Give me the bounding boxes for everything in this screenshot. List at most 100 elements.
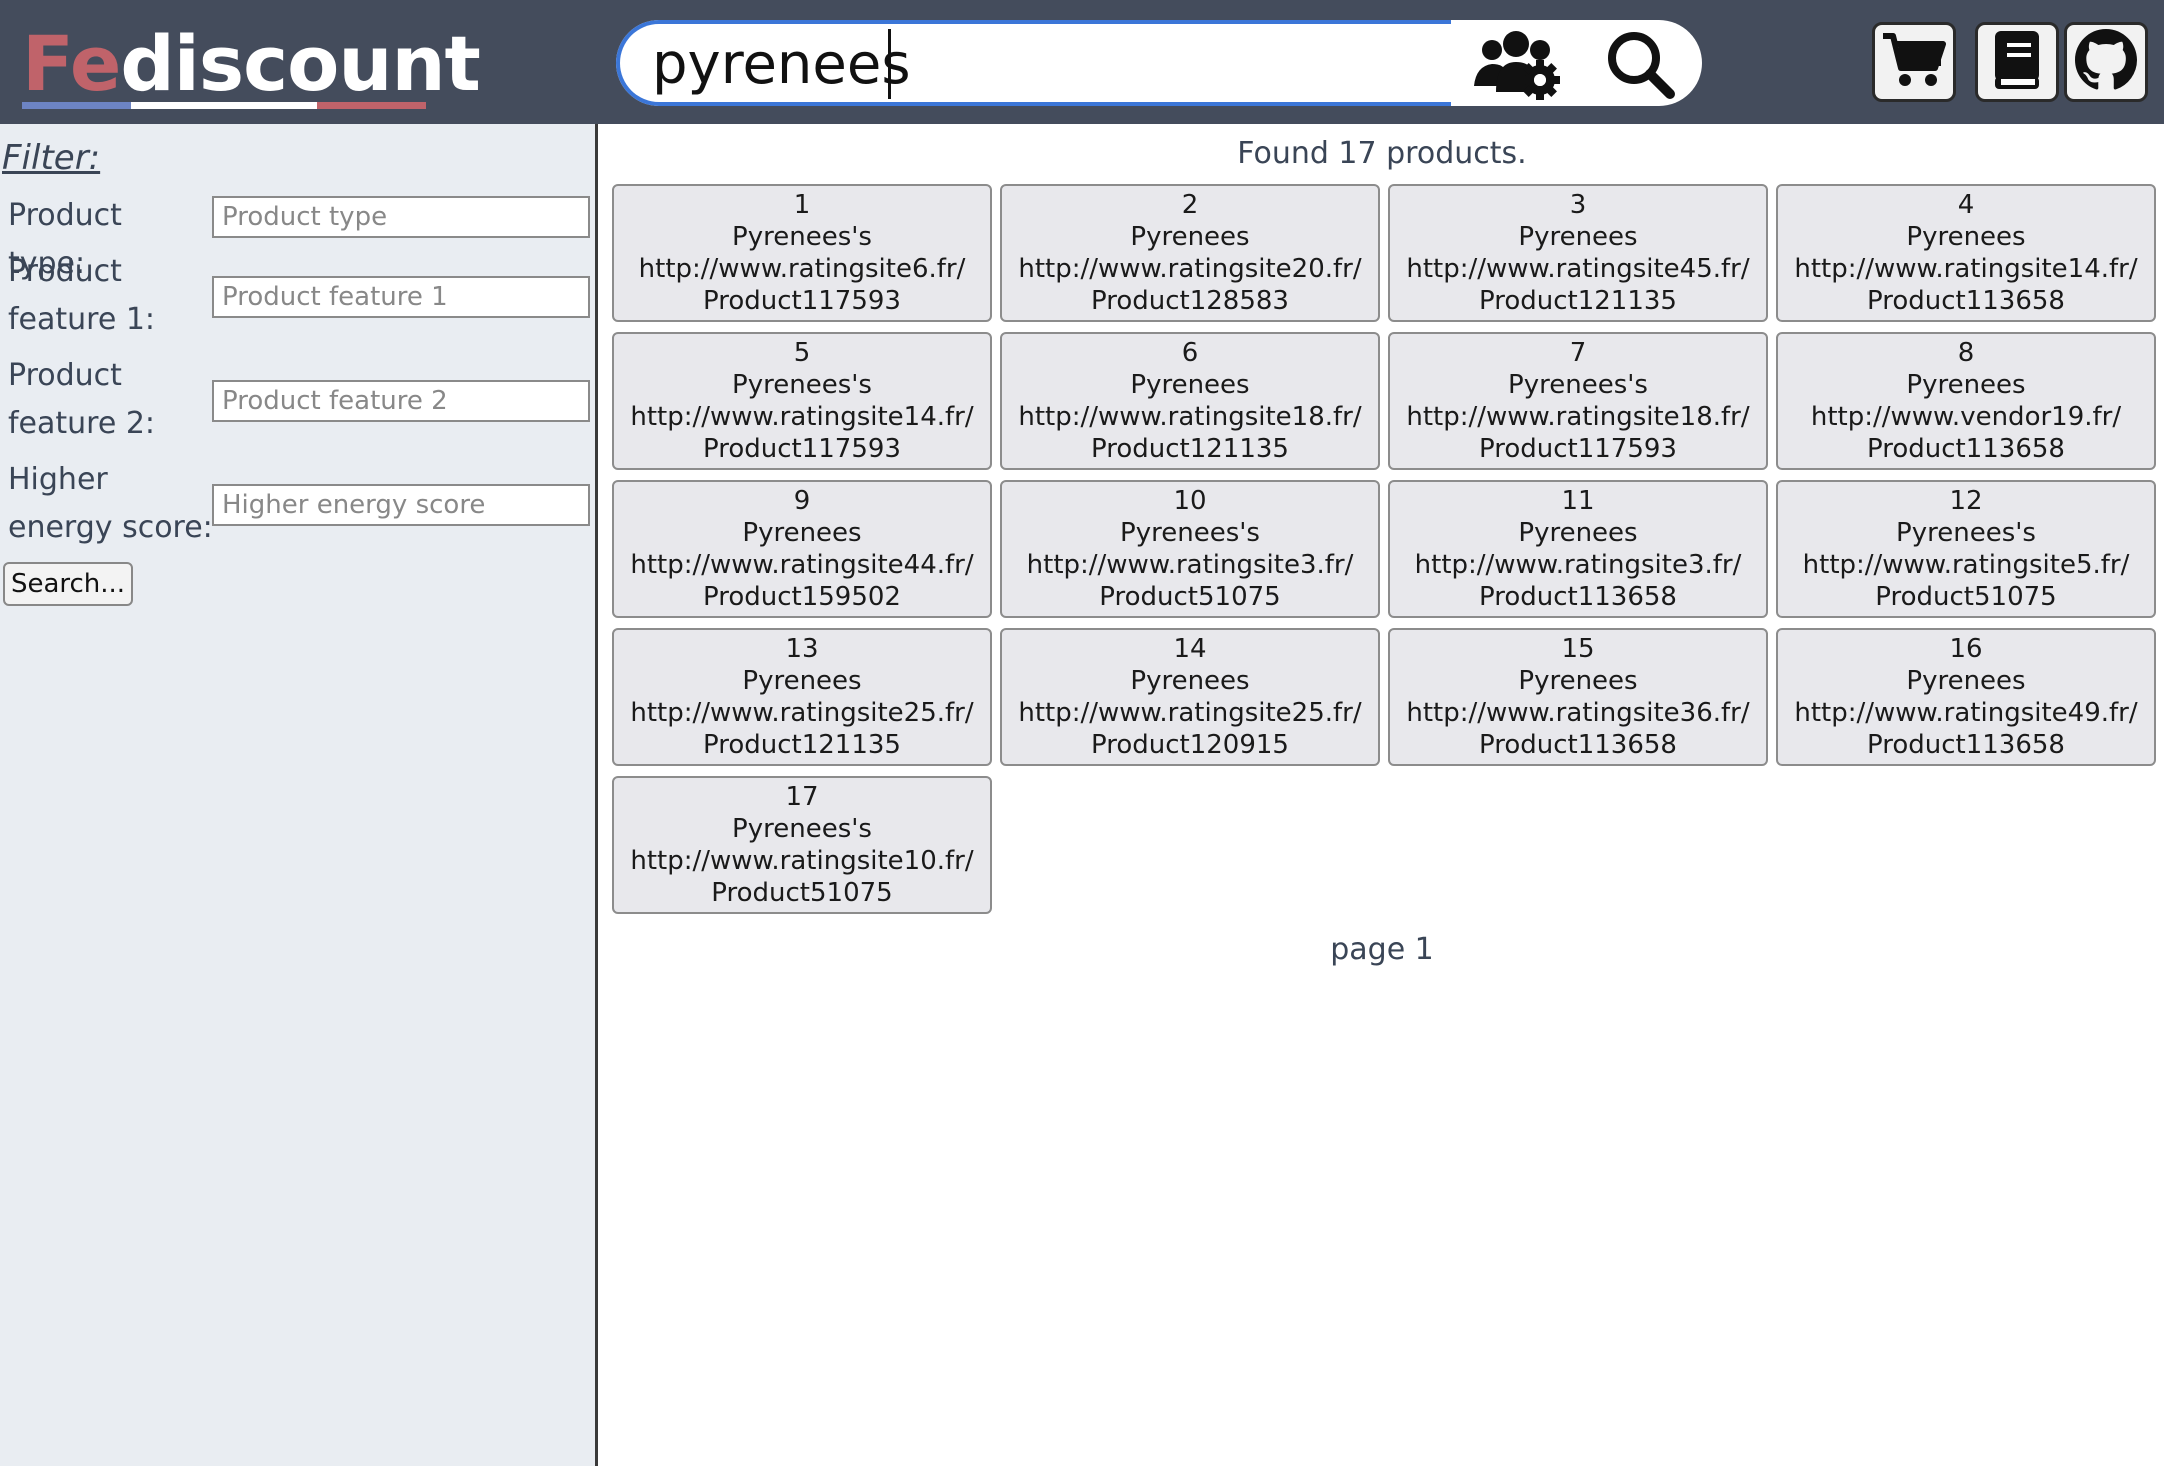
product-num: 15	[1561, 634, 1595, 664]
product-product: Product51075	[1875, 582, 2057, 612]
product-name: Pyrenees's	[732, 370, 872, 400]
product-num: 9	[793, 486, 811, 516]
product-product: Product121135	[703, 730, 901, 760]
product-name: Pyrenees	[1518, 518, 1638, 548]
product-card[interactable]: 13 Pyrenees http://www.ratingsite25.fr/Pro…	[612, 628, 992, 766]
product-num: 8	[1957, 338, 1975, 368]
product-product: Product159502	[703, 582, 901, 612]
github-button[interactable]	[2064, 22, 2148, 102]
product-num: 7	[1569, 338, 1587, 368]
product-product: Product51075	[1099, 582, 1281, 612]
product-name: Pyrenees	[1906, 222, 2026, 252]
product-name: Pyrenees	[1130, 222, 1250, 252]
product-num: 2	[1181, 190, 1199, 220]
product-url: http://www.ratingsite14.fr/	[1794, 254, 2138, 284]
product-num: 3	[1569, 190, 1587, 220]
product-card[interactable]: 5 Pyrenees's http://www.ratingsite14.fr/Pr…	[612, 332, 992, 470]
product-product: Product113658	[1867, 434, 2065, 464]
product-card[interactable]: 16 Pyrenees http://www.ratingsite49.fr/Pro…	[1776, 628, 2156, 766]
product-url: http://www.ratingsite10.fr/	[630, 846, 974, 876]
product-url: http://www.ratingsite14.fr/	[630, 402, 974, 432]
product-url: http://www.ratingsite25.fr/	[1018, 698, 1362, 728]
product-name: Pyrenees	[1518, 222, 1638, 252]
product-name: Pyrenees	[1130, 370, 1250, 400]
product-card[interactable]: 10 Pyrenees's http://www.ratingsite3.fr/Pr…	[1000, 480, 1380, 618]
product-num: 16	[1949, 634, 1983, 664]
results-count: Found 17 products.	[1237, 136, 1527, 171]
product-num: 1	[793, 190, 811, 220]
energy-score-label: Higher energy score:	[8, 462, 213, 545]
product-name: Pyrenees's	[732, 222, 872, 252]
product-card[interactable]: 4 Pyrenees http://www.ratingsite14.fr/Prod…	[1776, 184, 2156, 322]
energy-score-input[interactable]	[212, 484, 590, 526]
filter-sidebar: Filter: Product type: Product feature 1:…	[0, 124, 598, 1466]
logo-prefix: Fe	[22, 19, 121, 108]
product-name: Pyrenees	[1906, 666, 2026, 696]
cart-icon	[1881, 30, 1947, 94]
book-button[interactable]	[1975, 22, 2059, 102]
product-card[interactable]: 2 Pyrenees http://www.ratingsite20.fr/Prod…	[1000, 184, 1380, 322]
product-product: Product113658	[1867, 730, 2065, 760]
product-name: Pyrenees	[742, 666, 862, 696]
product-card[interactable]: 17 Pyrenees's http://www.ratingsite10.fr/P…	[612, 776, 992, 914]
search-icon[interactable]	[1600, 28, 1680, 100]
filter-title: Filter:	[2, 138, 101, 178]
product-product: Product51075	[711, 878, 893, 908]
site-logo[interactable]: Fediscount	[22, 18, 481, 110]
product-name: Pyrenees's	[732, 814, 872, 844]
product-num: 11	[1561, 486, 1595, 516]
product-num: 14	[1173, 634, 1207, 664]
page-indicator: page 1	[1330, 932, 1434, 967]
product-card[interactable]: 15 Pyrenees http://www.ratingsite36.fr/Pro…	[1388, 628, 1768, 766]
product-url: http://www.ratingsite18.fr/	[1406, 402, 1750, 432]
product-url: http://www.ratingsite49.fr/	[1794, 698, 2138, 728]
product-product: Product113658	[1867, 286, 2065, 316]
product-card[interactable]: 3 Pyrenees http://www.ratingsite45.fr/Prod…	[1388, 184, 1768, 322]
product-num: 12	[1949, 486, 1983, 516]
product-url: http://www.ratingsite25.fr/	[630, 698, 974, 728]
product-name: Pyrenees's	[1508, 370, 1648, 400]
product-product: Product120915	[1091, 730, 1289, 760]
product-product: Product128583	[1091, 286, 1289, 316]
logo-rest: discount	[120, 19, 480, 108]
filter-search-button[interactable]: Search...	[3, 562, 133, 606]
product-url: http://www.ratingsite3.fr/	[1414, 550, 1742, 580]
top-header: Fediscount	[0, 0, 2164, 124]
product-card[interactable]: 6 Pyrenees http://www.ratingsite18.fr/Prod…	[1000, 332, 1380, 470]
product-card[interactable]: 12 Pyrenees's http://www.ratingsite5.fr/Pr…	[1776, 480, 2156, 618]
product-product: Product117593	[703, 434, 901, 464]
product-url: http://www.ratingsite5.fr/	[1802, 550, 2130, 580]
product-name: Pyrenees	[1906, 370, 2026, 400]
product-url: http://www.ratingsite6.fr/	[638, 254, 966, 284]
product-card[interactable]: 11 Pyrenees http://www.ratingsite3.fr/Prod…	[1388, 480, 1768, 618]
book-icon	[1991, 29, 2043, 95]
product-card[interactable]: 9 Pyrenees http://www.ratingsite44.fr/Prod…	[612, 480, 992, 618]
product-url: http://www.ratingsite18.fr/	[1018, 402, 1362, 432]
text-caret	[888, 29, 891, 99]
users-gear-icon[interactable]	[1470, 28, 1562, 100]
github-icon	[2075, 29, 2137, 95]
cart-button[interactable]	[1872, 22, 1956, 102]
product-product: Product117593	[1479, 434, 1677, 464]
product-product: Product121135	[1479, 286, 1677, 316]
product-name: Pyrenees's	[1120, 518, 1260, 548]
product-name: Pyrenees's	[1896, 518, 2036, 548]
product-grid: 1 Pyrenees's http://www.ratingsite6.fr/Pro…	[612, 184, 2156, 914]
product-product: Product121135	[1091, 434, 1289, 464]
product-card[interactable]: 14 Pyrenees http://www.ratingsite25.fr/Pro…	[1000, 628, 1380, 766]
search-input[interactable]	[652, 30, 1432, 98]
product-card[interactable]: 1 Pyrenees's http://www.ratingsite6.fr/Pro…	[612, 184, 992, 322]
product-name: Pyrenees	[1518, 666, 1638, 696]
product-url: http://www.ratingsite44.fr/	[630, 550, 974, 580]
product-product: Product117593	[703, 286, 901, 316]
product-url: http://www.ratingsite3.fr/	[1026, 550, 1354, 580]
product-card[interactable]: 7 Pyrenees's http://www.ratingsite18.fr/Pr…	[1388, 332, 1768, 470]
product-url: http://www.ratingsite20.fr/	[1018, 254, 1362, 284]
product-card[interactable]: 8 Pyrenees http://www.vendor19.fr/Product1…	[1776, 332, 2156, 470]
product-feature-1-input[interactable]	[212, 276, 590, 318]
product-type-input[interactable]	[212, 196, 590, 238]
product-feature-2-input[interactable]	[212, 380, 590, 422]
search-input-container	[616, 20, 1451, 106]
product-url: http://www.vendor19.fr/	[1810, 402, 2122, 432]
product-num: 10	[1173, 486, 1207, 516]
